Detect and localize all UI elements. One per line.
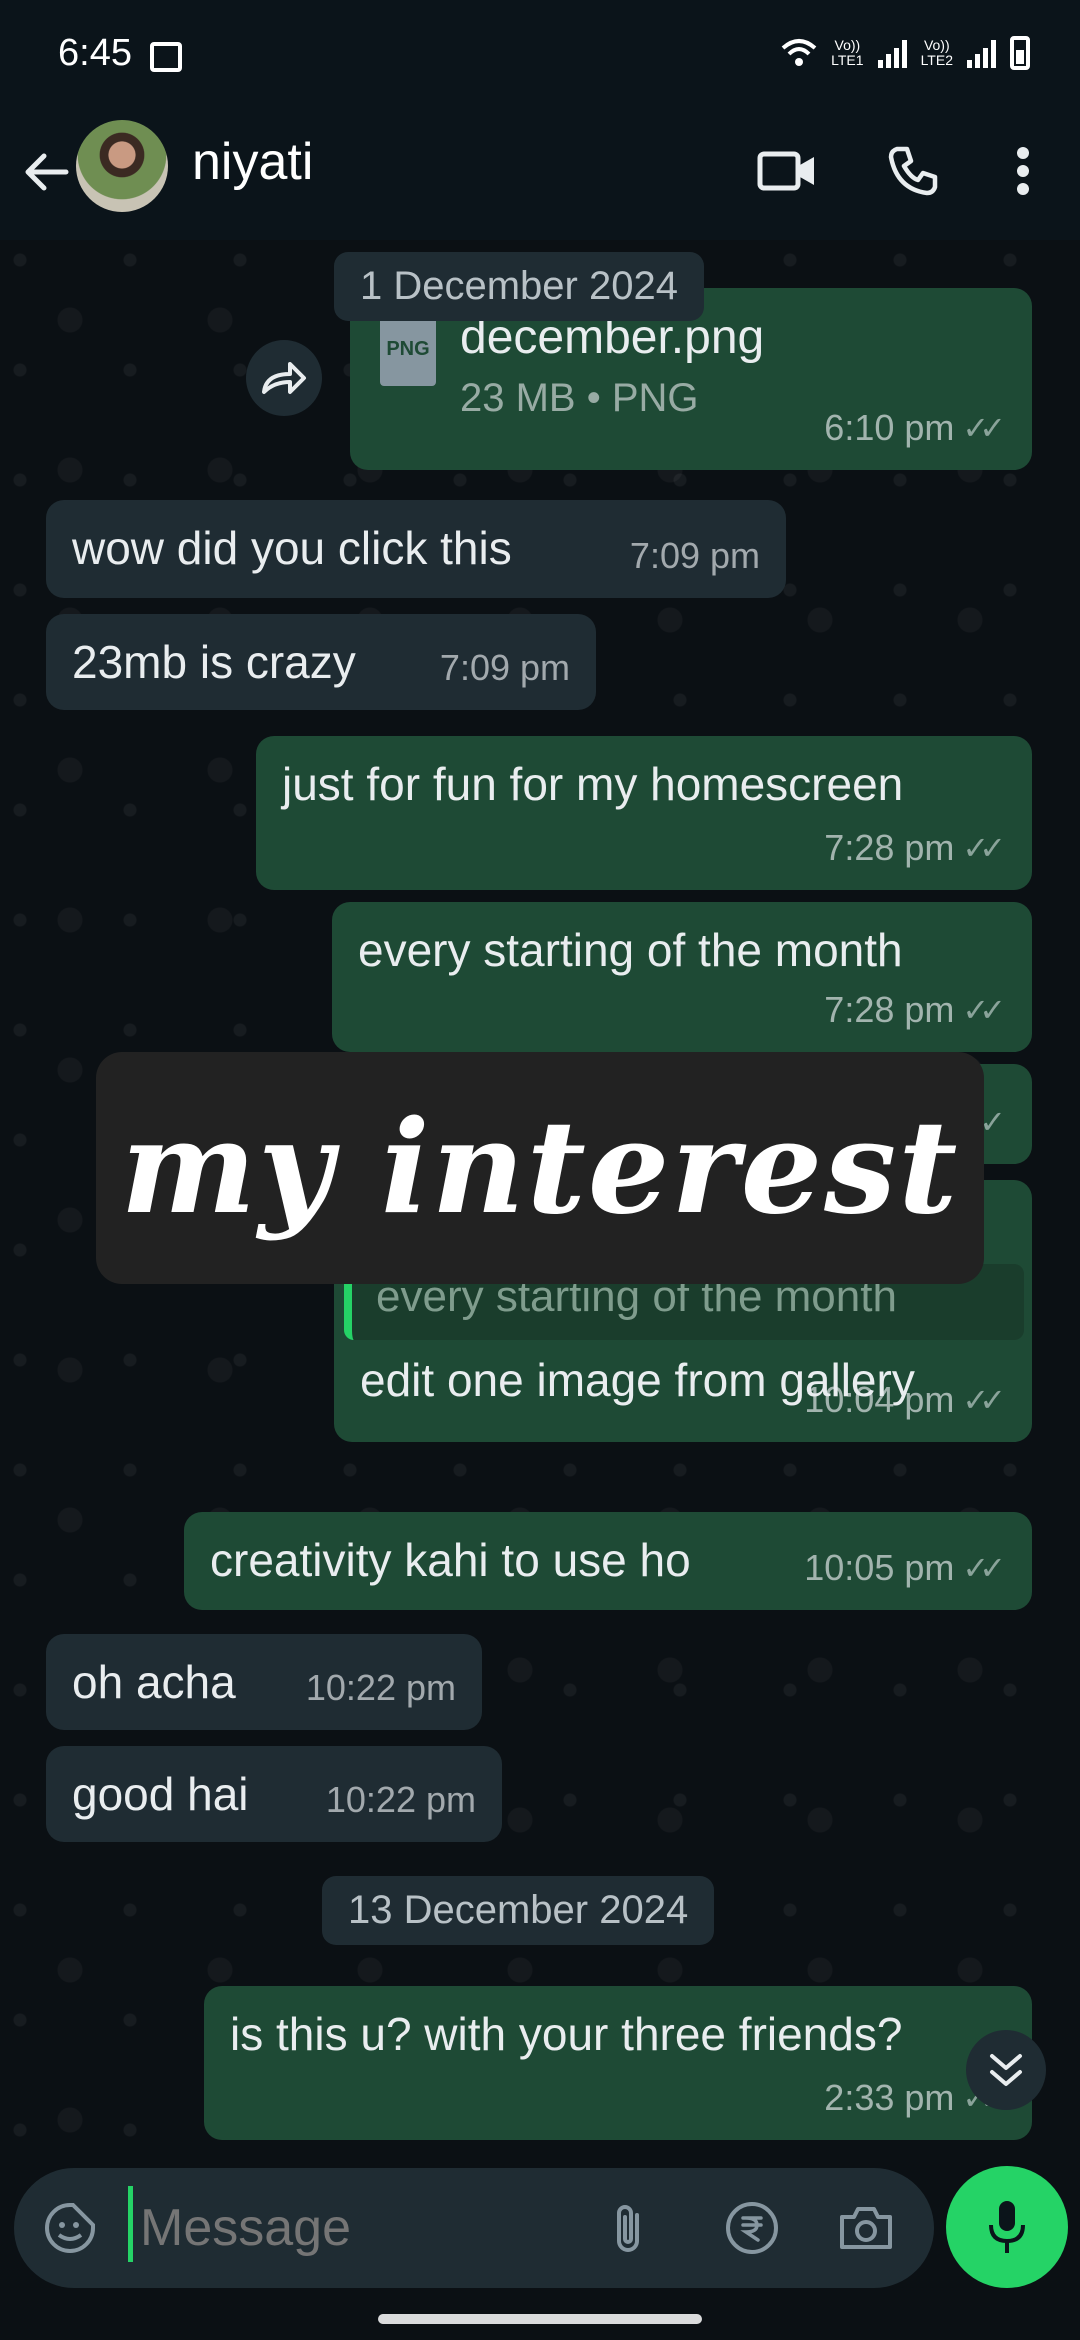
outgoing-message[interactable]: creativity kahi to use ho 10:05 pm ✓✓ [184, 1512, 1032, 1610]
chat-header: niyati [0, 110, 1080, 240]
contact-name[interactable]: niyati [192, 132, 313, 192]
status-bar: 6:45 Vo)) LTE1 Vo)) LTE2 [0, 0, 1080, 110]
phone-icon [888, 146, 938, 196]
signal-icon-1 [877, 38, 907, 68]
sim1-label: Vo)) LTE1 [831, 37, 864, 68]
voice-record-button[interactable] [946, 2166, 1068, 2288]
png-file-icon: PNG [380, 312, 436, 386]
incoming-message[interactable]: oh acha 10:22 pm [46, 1634, 482, 1730]
double-check-icon: ✓✓ [962, 1382, 1006, 1418]
signal-icon-2 [967, 38, 996, 68]
payment-button[interactable] [720, 2196, 784, 2260]
outgoing-message[interactable]: every starting of the month 7:28 pm ✓✓ [332, 902, 1032, 1052]
incoming-message[interactable]: 23mb is crazy 7:09 pm [46, 614, 596, 710]
double-check-icon: ✓✓ [962, 830, 1006, 866]
incoming-message[interactable]: good hai 10:22 pm [46, 1746, 502, 1842]
double-check-icon: ✓✓ [962, 1550, 1006, 1586]
back-button[interactable] [18, 142, 78, 202]
forward-icon [262, 362, 306, 394]
attach-button[interactable] [596, 2196, 660, 2260]
sim2-label: Vo)) LTE2 [920, 37, 953, 68]
message-time: 10:05 pm ✓✓ [804, 1540, 1006, 1596]
scroll-to-bottom-button[interactable] [966, 2030, 1046, 2110]
status-icons: Vo)) LTE1 Vo)) LTE2 [781, 36, 1030, 70]
double-check-icon: ✓✓ [962, 992, 1006, 1028]
message-time: 10:22 pm [325, 1779, 476, 1820]
battery-icon [1010, 36, 1030, 70]
message-text: oh acha [72, 1656, 236, 1708]
wifi-icon [781, 39, 817, 66]
message-text: wow did you click this [72, 522, 512, 574]
message-input[interactable] [140, 2200, 580, 2256]
text-overlay: my interest [96, 1052, 984, 1284]
microphone-icon [989, 2201, 1025, 2253]
text-caret [128, 2186, 133, 2262]
message-text: every starting of the month [358, 924, 903, 976]
sticker-button[interactable] [38, 2196, 102, 2260]
camera-icon [840, 2207, 892, 2249]
camera-button[interactable] [834, 2196, 898, 2260]
date-divider: 13 December 2024 [322, 1876, 715, 1945]
message-time: 7:09 pm [629, 535, 760, 576]
rupee-icon [726, 2202, 778, 2254]
video-camera-icon [757, 151, 814, 191]
voice-call-button[interactable] [878, 136, 948, 206]
file-meta: 23 MB • PNG [460, 376, 699, 420]
forward-button[interactable] [246, 340, 322, 416]
video-call-button[interactable] [752, 136, 822, 206]
paperclip-icon [617, 2205, 639, 2252]
message-text: good hai [72, 1768, 249, 1820]
message-text: creativity kahi to use ho [210, 1534, 691, 1586]
date-divider: 1 December 2024 [334, 252, 704, 321]
message-text: 23mb is crazy [72, 636, 356, 688]
avatar[interactable] [76, 120, 168, 212]
overlay-text: my interest [120, 1093, 960, 1243]
message-text: just for fun for my homescreen [282, 758, 904, 810]
more-options-button[interactable] [988, 136, 1058, 206]
message-time: 10:22 pm [305, 1667, 456, 1708]
home-indicator[interactable] [378, 2314, 702, 2324]
outgoing-message[interactable]: just for fun for my homescreen 7:28 pm ✓✓ [256, 736, 1032, 890]
back-arrow-icon [25, 153, 69, 191]
message-time: 7:28 pm ✓✓ [824, 820, 1006, 876]
message-time: 6:10 pm ✓✓ [824, 400, 1006, 456]
double-chevron-down-icon [990, 2054, 1022, 2086]
message-time: 10:04 pm ✓✓ [804, 1372, 1006, 1428]
message-time: 7:28 pm ✓✓ [824, 982, 1006, 1038]
outgoing-message[interactable]: is this u? with your three friends? 2:33… [204, 1986, 1032, 2140]
sticker-icon [45, 2203, 95, 2253]
status-time: 6:45 [58, 32, 132, 74]
composer [14, 2168, 934, 2288]
gallery-notification-icon [150, 42, 182, 72]
message-time: 7:09 pm [439, 647, 570, 688]
more-vertical-icon [1017, 147, 1029, 195]
message-text: is this u? with your three friends? [230, 2008, 903, 2060]
incoming-message[interactable]: wow did you click this 7:09 pm [46, 500, 786, 598]
double-check-icon: ✓✓ [962, 410, 1006, 446]
